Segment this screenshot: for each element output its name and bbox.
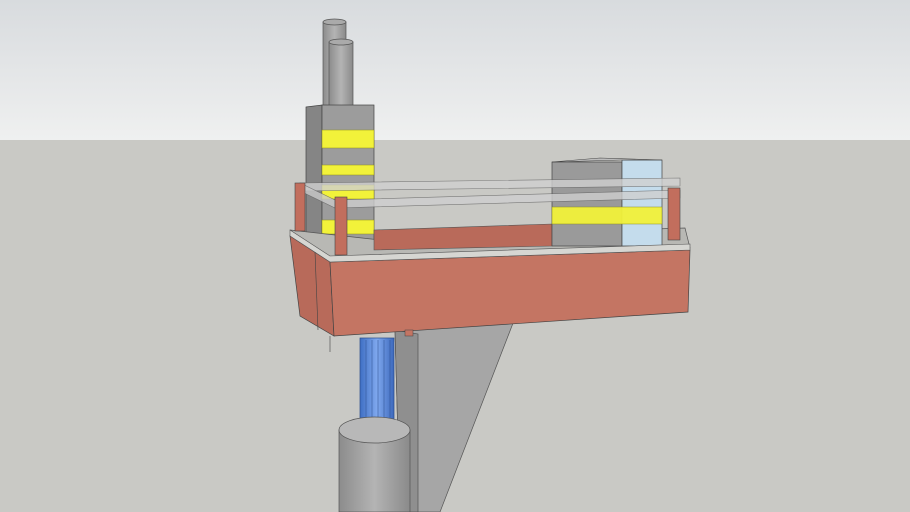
post-right xyxy=(667,187,681,241)
tower-side xyxy=(305,104,323,251)
module-gray xyxy=(551,161,623,247)
post-front xyxy=(334,196,348,256)
module-blue xyxy=(621,159,663,247)
caisson-top xyxy=(338,416,411,444)
model-render xyxy=(0,0,910,512)
module-window xyxy=(551,206,663,225)
chimney-front xyxy=(328,41,354,108)
post-left xyxy=(294,182,306,232)
sky xyxy=(0,0,910,140)
model-viewport[interactable] xyxy=(0,0,910,512)
